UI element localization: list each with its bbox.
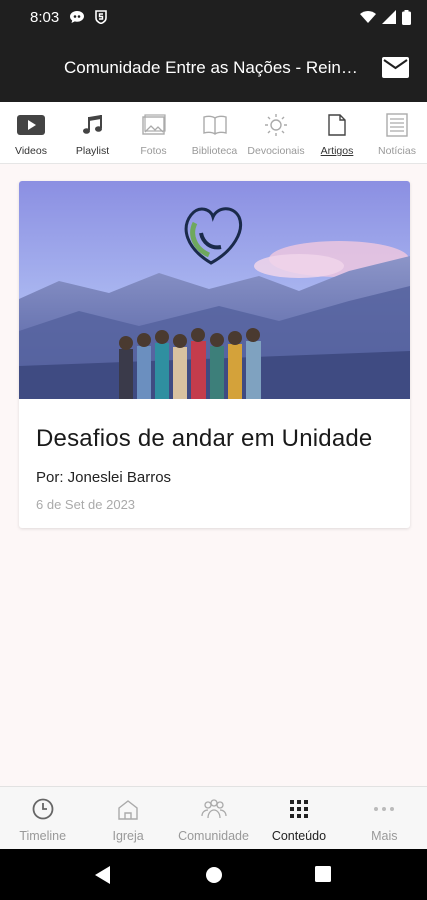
nav-conteudo[interactable]: Conteúdo [256,787,341,849]
category-tabs: Videos Playlist Fotos Biblioteca Devocio… [0,102,427,164]
nav-label: Conteúdo [271,829,327,843]
nav-label: Comunidade [178,829,249,843]
signal-icon [382,10,396,24]
wifi-icon [360,11,376,23]
article-author: Por: Joneslei Barros [36,469,172,486]
sun-icon [265,114,287,136]
document-icon [328,114,346,136]
status-bar: 8:03 [0,0,427,34]
status-time: 8:03 [30,8,60,26]
battery-icon [402,9,411,25]
nav-mais[interactable]: Mais [342,787,427,849]
app-bar: Comunidade Entre as Nações - Reino... [0,34,427,102]
tab-artigos[interactable]: Artigos [307,102,367,163]
tab-label: Notícias [378,145,416,157]
app-screen: 8:03 Comunidade Entre as Nações - Reino.… [0,0,427,900]
tab-label: Biblioteca [191,145,238,157]
tab-biblioteca[interactable]: Biblioteca [184,102,245,163]
nav-label: Timeline [19,829,67,843]
book-icon [202,115,227,135]
clock-icon [32,798,54,820]
tab-label: Fotos [140,145,167,157]
tab-label: Artigos [320,145,354,157]
app-title: Comunidade Entre as Nações - Reino... [64,58,364,77]
tab-label: Videos [15,145,47,157]
nav-comunidade[interactable]: Comunidade [171,787,256,849]
photo-icon [141,114,166,135]
article-image [19,181,410,399]
bottom-nav: Timeline Igreja Comunidade Conteúdo Mais [0,786,427,849]
recents-icon[interactable] [315,866,331,882]
music-note-icon [82,115,102,134]
article-title: Desafios de andar em Unidade [36,425,373,452]
grid-icon [289,800,308,818]
tab-playlist[interactable]: Playlist [62,102,123,163]
article-card[interactable]: Desafios de andar em Unidade Por: Jonesl… [19,181,410,528]
tab-fotos[interactable]: Fotos [123,102,184,163]
nav-igreja[interactable]: Igreja [85,787,170,849]
tab-label: Playlist [75,145,110,157]
tab-noticias[interactable]: Notícias [367,102,427,163]
more-dots-icon [374,807,395,811]
church-icon [118,800,138,820]
mail-icon[interactable] [382,57,409,78]
video-icon [17,115,45,135]
content-area: Desafios de andar em Unidade Por: Jonesl… [0,164,427,786]
back-icon[interactable] [95,866,111,884]
system-nav-bar [0,849,427,900]
tab-label: Devocionais [247,145,305,157]
nav-label: Mais [371,829,398,843]
s-shield-icon [95,10,108,24]
newspaper-icon [386,113,408,137]
community-icon [200,799,227,819]
nav-label: Igreja [112,829,144,843]
article-date: 6 de Set de 2023 [36,497,136,512]
home-icon[interactable] [205,866,223,884]
chat-bubble-icon [70,11,85,23]
tab-videos[interactable]: Videos [0,102,62,163]
tab-devocionais[interactable]: Devocionais [245,102,307,163]
nav-timeline[interactable]: Timeline [0,787,85,849]
